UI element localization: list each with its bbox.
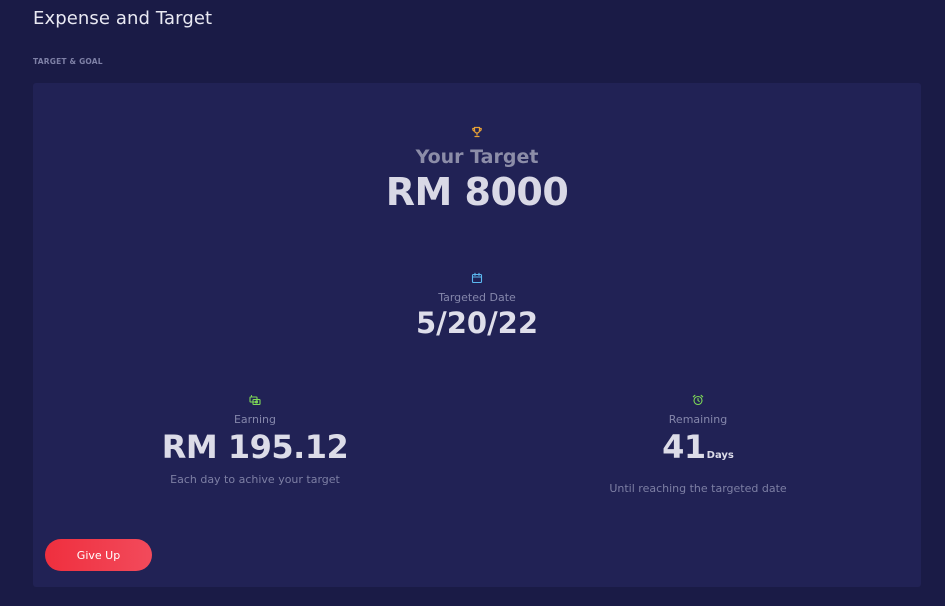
targeted-date-label: Targeted Date — [438, 291, 516, 304]
remaining-unit: Days — [706, 450, 734, 461]
targeted-date-value: 5/20/22 — [415, 306, 539, 340]
your-target-block: Your Target RM 8000 — [33, 123, 921, 214]
remaining-value: 41 — [662, 428, 706, 466]
expense-and-target-page: Expense and Target TARGET & GOAL Your Ta… — [0, 0, 945, 606]
remaining-caption: Until reaching the targeted date — [609, 482, 787, 495]
targeted-date-block: Targeted Date 5/20/22 — [33, 269, 921, 340]
money-icon — [249, 394, 261, 406]
section-label: TARGET & GOAL — [33, 57, 103, 66]
alarm-clock-icon — [692, 394, 704, 406]
remaining-value-row: 41Days — [548, 429, 848, 474]
remaining-label: Remaining — [668, 413, 728, 426]
target-goal-card: Your Target RM 8000 Targeted Date 5/20/2… — [33, 83, 921, 587]
trophy-icon — [471, 126, 483, 138]
earning-caption: Each day to achive your target — [170, 473, 340, 486]
target-amount: RM 8000 — [385, 170, 569, 214]
give-up-button[interactable]: Give Up — [45, 539, 152, 571]
earning-block: Earning RM 195.12 Each day to achive you… — [105, 391, 405, 487]
your-target-heading: Your Target — [415, 146, 539, 168]
remaining-block: Remaining 41Days Until reaching the targ… — [548, 391, 848, 496]
earning-value: RM 195.12 — [161, 428, 349, 466]
earning-label: Earning — [233, 413, 276, 426]
page-title: Expense and Target — [33, 8, 213, 29]
calendar-icon — [471, 272, 483, 284]
